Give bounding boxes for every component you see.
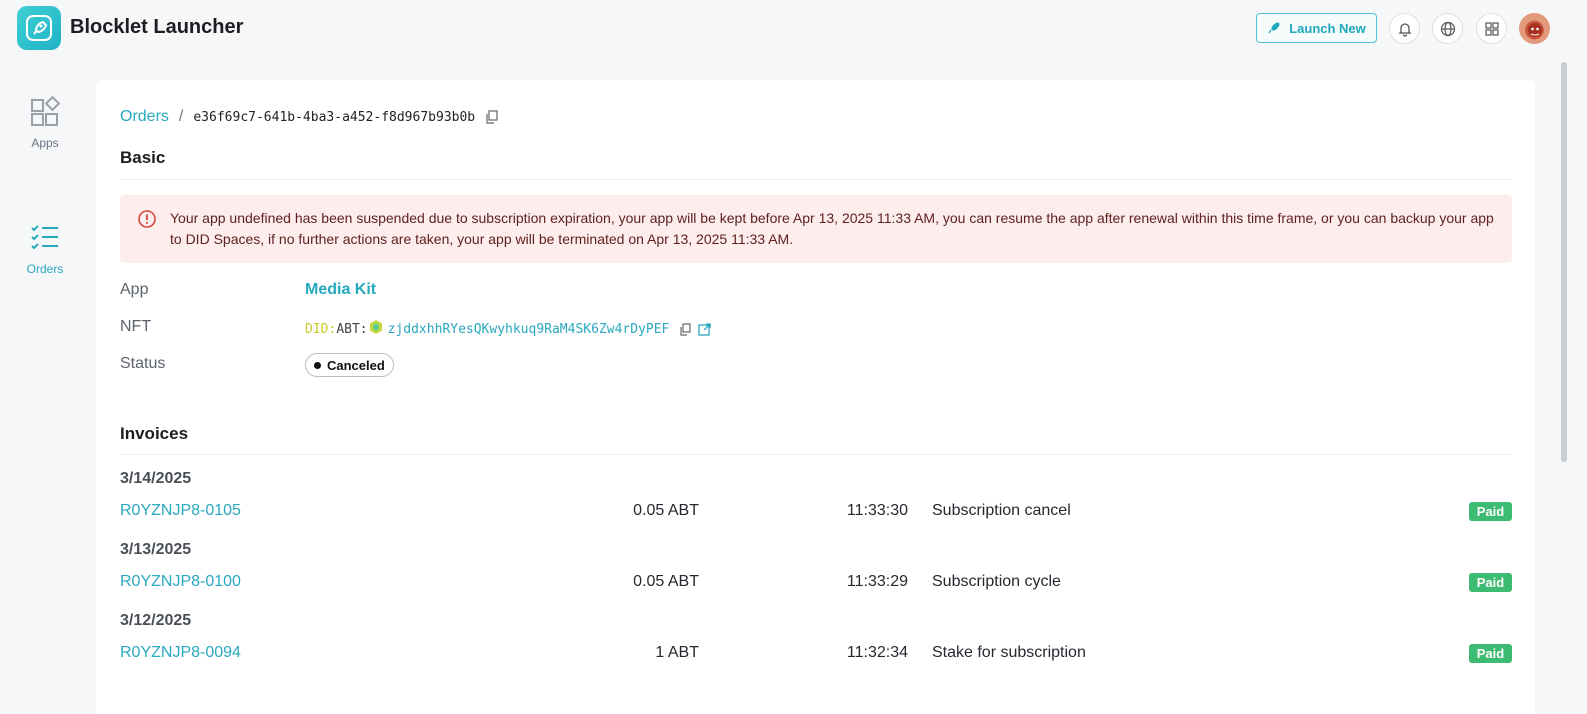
invoice-time: 11:32:34 (846, 644, 908, 661)
section-divider (120, 179, 1512, 180)
invoice-id-link[interactable]: R0YZNJP8-0100 (120, 573, 241, 591)
launch-new-label: Launch New (1289, 20, 1366, 36)
alert-message: Your app undefined has been suspended du… (170, 210, 1494, 247)
bell-icon (1397, 22, 1412, 37)
did-prefix: DID: (305, 321, 337, 337)
status-dot-icon (314, 361, 321, 369)
did-avatar-icon (368, 319, 384, 339)
avatar-image-icon (1527, 22, 1542, 37)
rocket-logo-icon (26, 15, 52, 41)
sidebar-item-label: Apps (31, 136, 59, 150)
paid-badge: Paid (1469, 573, 1512, 592)
sidebar-item-label: Orders (26, 262, 64, 276)
globe-icon (1440, 21, 1455, 36)
status-label: Status (120, 355, 166, 372)
sidebar-item-orders[interactable]: Orders (0, 222, 90, 276)
breadcrumb-orders-link[interactable]: Orders (120, 108, 169, 126)
invoice-description: Stake for subscription (932, 644, 1086, 661)
copy-icon[interactable] (679, 322, 691, 336)
invoice-date: 3/14/2025 (120, 470, 192, 487)
invoice-id-link[interactable]: R0YZNJP8-0105 (120, 502, 241, 520)
app-label: App (120, 281, 149, 298)
suspension-alert: Your app undefined has been suspended du… (120, 195, 1512, 263)
paid-badge: Paid (1469, 502, 1512, 521)
launch-new-button[interactable]: Launch New (1256, 13, 1377, 43)
error-icon (137, 209, 157, 235)
app-link[interactable]: Media Kit (305, 281, 376, 299)
sidebar-item-apps[interactable]: Apps (0, 96, 90, 150)
invoice-time: 11:33:30 (846, 502, 908, 519)
abt-prefix: ABT: (336, 321, 368, 337)
invoice-amount: 1 ABT (655, 644, 699, 661)
rocket-icon (1268, 22, 1280, 34)
nft-address[interactable]: zjddxhhRYesQKwyhkuq9RaM4SK6Zw4rDyPEF (388, 322, 670, 337)
top-header: Blocklet Launcher Launch New (0, 0, 1587, 56)
order-detail-card: Orders / e36f69c7-641b-4ba3-a452-f8d967b… (96, 80, 1535, 714)
copy-icon[interactable] (485, 110, 498, 124)
invoices-section-title: Invoices (120, 424, 189, 443)
language-button[interactable] (1432, 13, 1463, 44)
invoice-amount: 0.05 ABT (633, 502, 699, 519)
status-badge: Canceled (305, 353, 394, 377)
user-avatar[interactable] (1519, 13, 1550, 44)
invoice-date: 3/12/2025 (120, 612, 192, 629)
nft-did: DID: ABT: zjddxhhRYesQKwyhkuq9RaM4SK6Zw4… (305, 319, 712, 339)
apps-grid-icon (1484, 21, 1499, 36)
invoice-date: 3/13/2025 (120, 541, 192, 558)
apps-icon (31, 96, 61, 126)
status-value: Canceled (327, 357, 385, 373)
apps-grid-button[interactable] (1476, 13, 1507, 44)
invoice-id-link[interactable]: R0YZNJP8-0094 (120, 644, 241, 662)
blocklet-launcher-logo[interactable] (17, 6, 61, 50)
breadcrumb: Orders / e36f69c7-641b-4ba3-a452-f8d967b… (120, 108, 498, 126)
section-divider (120, 454, 1512, 455)
notifications-button[interactable] (1389, 13, 1420, 44)
app-title: Blocklet Launcher (70, 16, 244, 38)
invoice-time: 11:33:29 (846, 573, 908, 590)
orders-list-icon (31, 225, 58, 250)
paid-badge: Paid (1469, 644, 1512, 663)
basic-section-title: Basic (120, 148, 166, 167)
page-scrollbar[interactable] (1561, 62, 1567, 462)
invoice-amount: 0.05 ABT (633, 573, 699, 590)
nft-label: NFT (120, 318, 152, 335)
order-id: e36f69c7-641b-4ba3-a452-f8d967b93b0b (193, 109, 476, 125)
external-link-icon[interactable] (698, 322, 712, 336)
breadcrumb-separator: / (178, 108, 184, 125)
invoice-description: Subscription cancel (932, 502, 1071, 519)
invoice-description: Subscription cycle (932, 573, 1061, 590)
